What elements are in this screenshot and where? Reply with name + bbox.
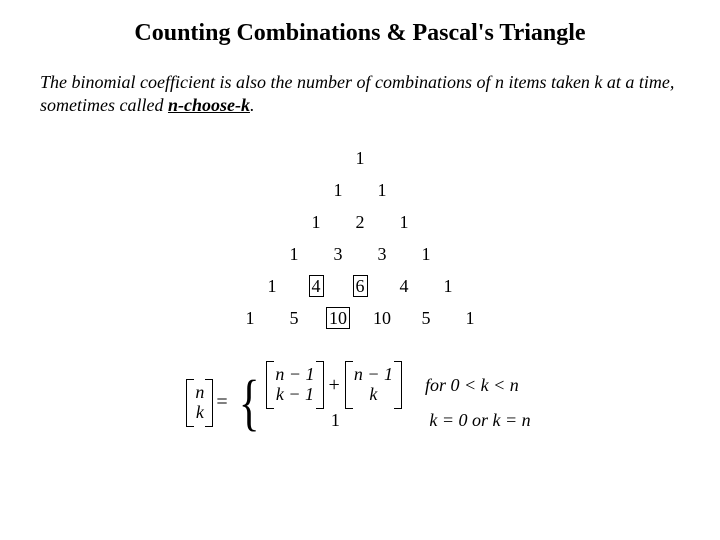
triangle-cell: 1 [382, 212, 426, 233]
intro-bold-term: n-choose-k [168, 95, 250, 115]
triangle-cell: 3 [360, 244, 404, 265]
triangle-cell: 1 [360, 180, 404, 201]
triangle-cell: 1 [316, 180, 360, 201]
case-row-1: n − 1 k − 1 + n − 1 k for 0 < k < n [269, 368, 530, 403]
triangle-cell: 1 [338, 148, 382, 169]
triangle-row-5: 15101051 [40, 308, 680, 329]
triangle-row-4: 14641 [40, 276, 680, 297]
triangle-cell: 3 [316, 244, 360, 265]
triangle-cell: 1 [228, 308, 272, 329]
case1-b-top: n − 1 [350, 365, 397, 385]
triangle-row-0: 1 [40, 148, 680, 169]
triangle-row-3: 1331 [40, 244, 680, 265]
triangle-cell: 4 [294, 276, 338, 297]
lhs-bracket: n k [191, 381, 208, 425]
triangle-cell-boxed: 10 [326, 307, 350, 329]
brace-icon: { [238, 376, 260, 430]
triangle-cell: 1 [294, 212, 338, 233]
triangle-cell: 5 [404, 308, 448, 329]
equals-sign: = [214, 391, 229, 414]
binomial-formula: n k = { n − 1 k − 1 + n − 1 k for 0 < k … [40, 368, 680, 438]
case1-term-b: n − 1 k [350, 363, 397, 407]
triangle-cell: 1 [272, 244, 316, 265]
cases-block: n − 1 k − 1 + n − 1 k for 0 < k < n 1 k … [269, 368, 530, 438]
triangle-row-1: 11 [40, 180, 680, 201]
triangle-cell: 6 [338, 276, 382, 297]
triangle-cell: 4 [382, 276, 426, 297]
plus-sign: + [327, 374, 342, 397]
triangle-cell-boxed: 4 [309, 275, 324, 297]
case1-condition: for 0 < k < n [405, 375, 519, 396]
triangle-cell: 1 [250, 276, 294, 297]
triangle-cell: 2 [338, 212, 382, 233]
triangle-cell: 10 [360, 308, 404, 329]
triangle-cell: 1 [426, 276, 470, 297]
pascal-triangle: 1 11 121 1331 14641 15101051 [40, 148, 680, 358]
case2-condition: k = 0 or k = n [409, 410, 530, 431]
case1-a-top: n − 1 [271, 365, 318, 385]
case1-b-bot: k [365, 385, 381, 405]
intro-paragraph: The binomial coefficient is also the num… [40, 71, 680, 118]
lhs-n: n [191, 383, 208, 403]
triangle-row-2: 121 [40, 212, 680, 233]
case2-value: 1 [269, 410, 403, 431]
triangle-cell-boxed: 6 [353, 275, 368, 297]
triangle-cell: 10 [316, 308, 360, 329]
intro-text-1: The binomial coefficient is also the num… [40, 72, 674, 115]
triangle-cell: 5 [272, 308, 316, 329]
triangle-cell: 1 [404, 244, 448, 265]
lhs-k: k [192, 403, 208, 423]
case1-a-bot: k − 1 [272, 385, 318, 405]
triangle-cell: 1 [448, 308, 492, 329]
page-title: Counting Combinations & Pascal's Triangl… [40, 20, 680, 47]
intro-text-2: . [250, 95, 255, 115]
case1-term-a: n − 1 k − 1 [271, 363, 318, 407]
